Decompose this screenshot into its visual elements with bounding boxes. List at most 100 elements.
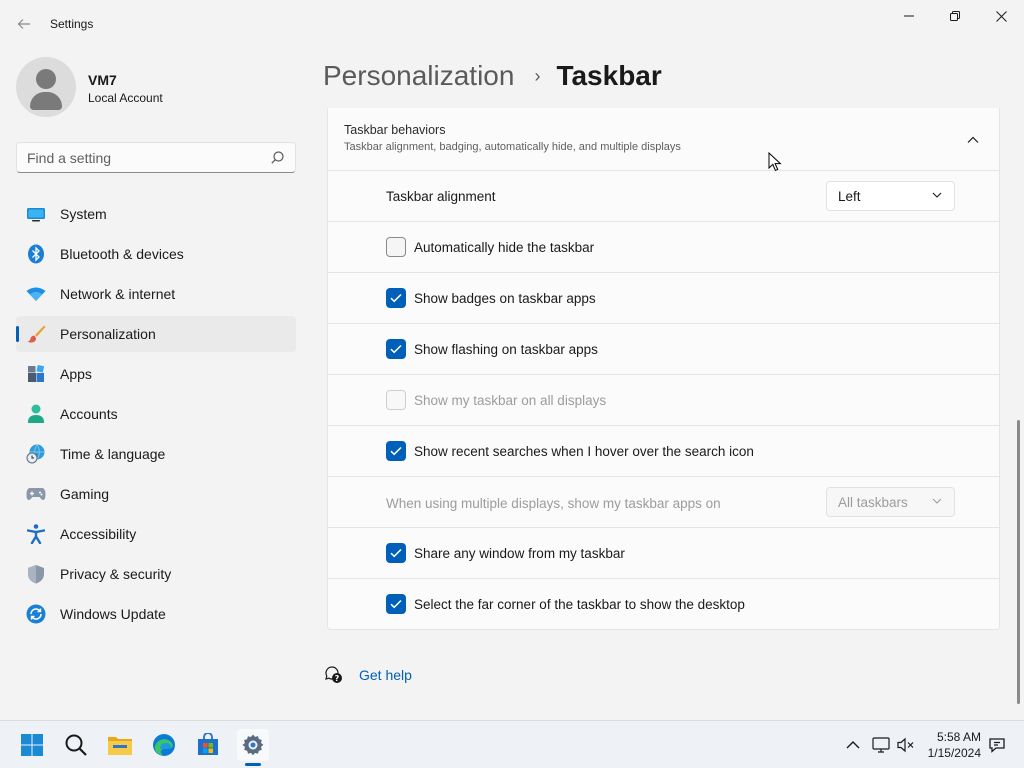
sidebar-item-windows-update[interactable]: Windows Update xyxy=(16,596,296,632)
search-icon[interactable] xyxy=(271,151,284,164)
sidebar-item-label: Gaming xyxy=(60,486,110,502)
setting-row-far-corner: Select the far corner of the taskbar to … xyxy=(327,579,1000,630)
back-button[interactable] xyxy=(12,12,36,36)
setting-row-share-window: Share any window from my taskbar xyxy=(327,528,1000,579)
share-window-label: Share any window from my taskbar xyxy=(414,546,625,561)
notification-icon xyxy=(989,738,1005,753)
shield-icon xyxy=(26,564,46,584)
setting-row-badges: Show badges on taskbar apps xyxy=(327,273,1000,324)
multi-display-apps-value: All taskbars xyxy=(838,495,908,510)
sidebar-item-time-language[interactable]: Time & language xyxy=(16,436,296,472)
avatar-body xyxy=(30,92,62,110)
network-status-button[interactable] xyxy=(871,735,891,755)
setting-row-flashing: Show flashing on taskbar apps xyxy=(327,324,1000,375)
far-corner-checkbox[interactable] xyxy=(386,594,406,614)
badges-label: Show badges on taskbar apps xyxy=(414,291,596,306)
sidebar-item-system[interactable]: System xyxy=(16,196,296,232)
paintbrush-icon xyxy=(26,324,46,344)
help-chat-icon: ? xyxy=(325,666,342,683)
setting-row-multi-display-apps: When using multiple displays, show my ta… xyxy=(327,477,1000,528)
section-description: Taskbar alignment, badging, automaticall… xyxy=(344,141,681,153)
get-help-link[interactable]: Get help xyxy=(359,667,412,683)
section-header[interactable]: Taskbar behaviors Taskbar alignment, bad… xyxy=(327,108,1000,171)
show-hidden-icons-button[interactable] xyxy=(843,735,863,755)
sidebar-item-personalization[interactable]: Personalization xyxy=(16,316,296,352)
flashing-checkbox[interactable] xyxy=(386,339,406,359)
taskbar-search-button[interactable] xyxy=(60,729,92,761)
wifi-icon xyxy=(26,284,46,304)
sidebar-item-accessibility[interactable]: Accessibility xyxy=(16,516,296,552)
svg-text:?: ? xyxy=(335,674,340,683)
settings-icon xyxy=(242,734,264,756)
sidebar-item-gaming[interactable]: Gaming xyxy=(16,476,296,512)
avatar[interactable] xyxy=(16,57,76,117)
update-icon xyxy=(26,604,46,624)
share-window-checkbox[interactable] xyxy=(386,543,406,563)
restore-icon xyxy=(950,11,960,21)
close-icon xyxy=(995,10,1007,22)
settings-app-button[interactable] xyxy=(237,729,269,761)
app-title: Settings xyxy=(50,17,94,31)
sidebar-item-privacy[interactable]: Privacy & security xyxy=(16,556,296,592)
checkmark-icon xyxy=(390,293,402,303)
chevron-up-icon xyxy=(967,136,979,143)
auto-hide-checkbox[interactable] xyxy=(386,237,406,257)
checkmark-icon xyxy=(390,548,402,558)
sidebar-item-network[interactable]: Network & internet xyxy=(16,276,296,312)
multi-display-apps-dropdown: All taskbars xyxy=(826,487,955,517)
store-button[interactable] xyxy=(192,729,224,761)
search-input[interactable] xyxy=(27,149,257,167)
all-displays-label: Show my taskbar on all displays xyxy=(414,393,607,408)
badges-checkbox[interactable] xyxy=(386,288,406,308)
user-name: VM7 xyxy=(88,72,117,88)
edge-button[interactable] xyxy=(148,729,180,761)
clock-date[interactable]: 1/15/2024 xyxy=(921,746,981,760)
restore-button[interactable] xyxy=(932,0,978,32)
bluetooth-icon xyxy=(26,244,46,264)
taskbar-behaviors-panel: Taskbar behaviors Taskbar alignment, bad… xyxy=(327,108,1000,630)
volume-button[interactable] xyxy=(896,735,916,755)
search-box[interactable] xyxy=(16,142,296,173)
sidebar-item-label: Accessibility xyxy=(60,526,137,542)
close-button[interactable] xyxy=(978,0,1024,32)
account-type: Local Account xyxy=(88,91,163,105)
breadcrumb: Personalization › Taskbar xyxy=(323,58,662,94)
breadcrumb-separator: › xyxy=(534,65,541,86)
globe-clock-icon xyxy=(26,444,46,464)
sidebar-item-label: Personalization xyxy=(60,326,156,342)
sidebar-item-apps[interactable]: Apps xyxy=(16,356,296,392)
volume-muted-icon xyxy=(897,737,914,753)
sidebar-item-label: Windows Update xyxy=(60,606,166,622)
alignment-value: Left xyxy=(838,189,861,204)
apps-icon xyxy=(26,364,46,384)
search-icon xyxy=(65,734,87,756)
setting-row-auto-hide: Automatically hide the taskbar xyxy=(327,222,1000,273)
clock-time[interactable]: 5:58 AM xyxy=(931,730,981,744)
avatar-head xyxy=(36,69,56,89)
notifications-button[interactable] xyxy=(987,735,1007,755)
sidebar-item-label: Apps xyxy=(60,366,92,382)
store-icon xyxy=(198,733,218,755)
sidebar-item-bluetooth[interactable]: Bluetooth & devices xyxy=(16,236,296,272)
sidebar-item-label: Network & internet xyxy=(60,286,176,302)
setting-row-alignment: Taskbar alignment Left xyxy=(327,171,1000,222)
sidebar-item-label: Time & language xyxy=(60,446,166,462)
checkmark-icon xyxy=(390,599,402,609)
minimize-button[interactable] xyxy=(886,0,932,32)
chevron-down-icon xyxy=(932,192,942,198)
taskbar: 5:58 AM 1/15/2024 xyxy=(0,720,1024,768)
breadcrumb-parent[interactable]: Personalization xyxy=(323,60,514,92)
alignment-dropdown[interactable]: Left xyxy=(826,181,955,211)
file-explorer-button[interactable] xyxy=(104,729,136,761)
section-title: Taskbar behaviors xyxy=(344,123,446,137)
sidebar-item-accounts[interactable]: Accounts xyxy=(16,396,296,432)
monitor-icon xyxy=(26,204,46,224)
recent-searches-checkbox[interactable] xyxy=(386,441,406,461)
active-app-indicator xyxy=(245,763,261,766)
start-icon xyxy=(21,734,43,756)
start-button[interactable] xyxy=(16,729,48,761)
sidebar-item-label: Accounts xyxy=(60,406,118,422)
collapse-button[interactable] xyxy=(963,130,983,150)
scrollbar[interactable] xyxy=(1017,420,1020,704)
flashing-label: Show flashing on taskbar apps xyxy=(414,342,598,357)
